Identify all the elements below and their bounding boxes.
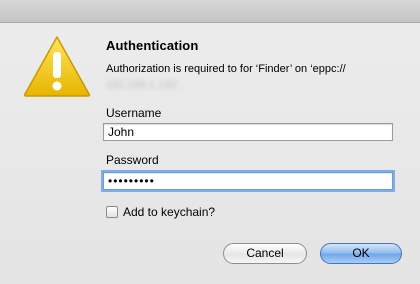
keychain-option[interactable]: Add to keychain? <box>106 205 215 219</box>
dialog-title: Authentication <box>106 38 199 53</box>
window-titlebar[interactable] <box>0 0 420 23</box>
password-field[interactable]: ••••••••• <box>103 172 393 190</box>
ok-button[interactable]: OK <box>320 243 402 264</box>
cancel-button[interactable]: Cancel <box>223 243 307 264</box>
message-text: Authorization is required to for ‘Finder… <box>106 63 346 75</box>
keychain-label[interactable]: Add to keychain? <box>123 205 215 219</box>
password-value: ••••••••• <box>108 174 155 188</box>
keychain-checkbox[interactable] <box>106 206 118 218</box>
username-value: John <box>108 125 135 139</box>
username-field[interactable]: John <box>103 123 393 141</box>
password-label: Password <box>106 153 159 167</box>
dialog-message: Authorization is required to for ‘Finder… <box>106 62 406 92</box>
warning-icon <box>22 34 92 98</box>
username-label: Username <box>106 106 162 120</box>
message-obscured-text: 192.168.1.132’. <box>106 79 182 91</box>
